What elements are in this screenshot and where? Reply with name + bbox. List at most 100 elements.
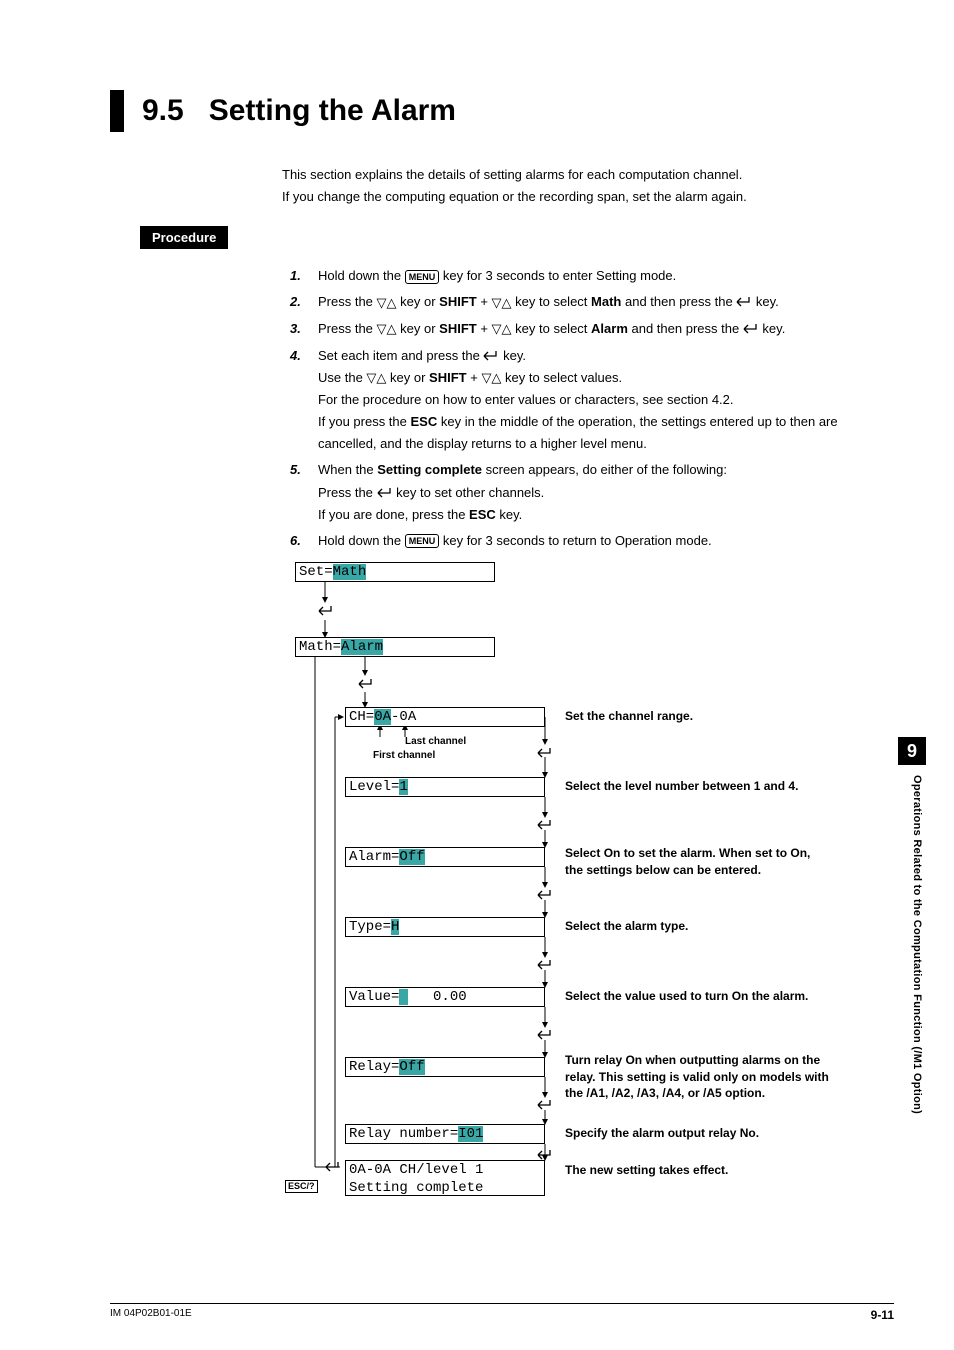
step-body: Press the ▽△ key or SHIFT + ▽△ key to se… [318,291,894,314]
enter-icon [537,958,553,975]
menu-key-icon: MENU [405,270,440,284]
enter-icon [537,746,553,763]
enter-icon [318,604,334,621]
last-channel-label: Last channel [405,736,466,747]
intro-text: This section explains the details of set… [282,164,894,208]
intro-line2: If you change the computing equation or … [282,186,894,208]
down-up-icon: ▽△ [481,367,501,389]
down-up-icon: ▽△ [492,292,512,314]
step-6: 6. Hold down the MENU key for 3 seconds … [290,530,894,552]
text: Relay number= [349,1126,458,1142]
chapter-tab: 9 [898,737,926,765]
step-4: 4. Set each item and press the key. Use … [290,345,894,456]
text: CH= [349,709,374,725]
lcd-type: Type=H [345,917,545,937]
page-footer: IM 04P02B01-01E 9-11 [110,1303,894,1322]
step-body: When the Setting complete screen appears… [318,459,894,525]
text: Type= [349,919,391,935]
caption-value: Select the value used to turn On the ala… [565,988,825,1005]
step-1: 1. Hold down the MENU key for 3 seconds … [290,265,894,287]
section-title: Setting the Alarm [209,94,456,127]
text: -0A [391,709,416,725]
text: Math= [299,639,341,655]
text: key for 3 seconds to enter Setting mode. [439,268,676,283]
down-up-icon: ▽△ [492,318,512,340]
enter-icon [537,888,553,905]
intro-line1: This section explains the details of set… [282,164,894,186]
section-heading: 9.5 Setting the Alarm [110,90,894,132]
highlight: H [391,919,399,935]
enter-icon [736,296,752,308]
caption-ch: Set the channel range. [565,708,825,725]
text: Setting complete [349,1180,483,1196]
lcd-value: Value= 0.00 [345,987,545,1007]
step-number: 3. [290,318,318,341]
highlight: Off [399,1059,424,1075]
enter-icon [537,818,553,835]
step-number: 5. [290,459,318,525]
first-channel-label: First channel [373,750,435,761]
step-number: 2. [290,291,318,314]
down-up-icon: ▽△ [377,292,397,314]
footer-doc-id: IM 04P02B01-01E [110,1308,192,1322]
enter-icon [358,677,374,694]
down-up-icon: ▽△ [366,367,386,389]
text: For the procedure on how to enter values… [318,392,734,407]
step-number: 6. [290,530,318,552]
step-5: 5. When the Setting complete screen appe… [290,459,894,525]
lcd-ch: CH=0A-0A [345,707,545,727]
caption-relay: Turn relay On when outputting alarms on … [565,1052,835,1102]
lcd-setting-complete: 0A-0A CH/level 1 Setting complete [345,1160,545,1196]
enter-icon [537,1098,553,1115]
flow-lines [285,562,845,1202]
menu-key-icon: MENU [405,534,440,548]
caption-level: Select the level number between 1 and 4. [565,778,825,795]
enter-icon [743,323,759,335]
enter-icon [537,1028,553,1045]
heading-bar [110,90,124,132]
highlight: I01 [458,1126,483,1142]
esc-label: ESC/? [285,1177,318,1193]
text: Value= [349,989,399,1005]
caption-type: Select the alarm type. [565,918,825,935]
lcd-relay: Relay=Off [345,1057,545,1077]
lcd-set: Set=Math [295,562,495,582]
caption-complete: The new setting takes effect. [565,1162,825,1179]
highlight [399,989,407,1005]
text: 0A-0A CH/level 1 [349,1162,483,1178]
highlight: Alarm [341,639,383,655]
text: Hold down the [318,533,405,548]
down-up-icon: ▽△ [377,318,397,340]
step-body: Press the ▽△ key or SHIFT + ▽△ key to se… [318,318,894,341]
text: Alarm= [349,849,399,865]
lcd-level: Level=1 [345,777,545,797]
step-number: 1. [290,265,318,287]
lcd-alarm: Alarm=Off [345,847,545,867]
flowchart: Set=Math Math=Alarm CH=0A-0A Last channe… [285,562,894,1202]
text: 0.00 [408,989,467,1005]
enter-icon [377,487,393,499]
highlight: Off [399,849,424,865]
highlight: Math [333,564,367,580]
step-body: Hold down the MENU key for 3 seconds to … [318,265,894,287]
step-body: Hold down the MENU key for 3 seconds to … [318,530,894,552]
heading-text: 9.5 Setting the Alarm [142,90,456,132]
text: key for 3 seconds to return to Operation… [439,533,711,548]
lcd-relay-number: Relay number=I01 [345,1124,545,1144]
caption-relay-number: Specify the alarm output relay No. [565,1125,825,1142]
text: Set= [299,564,333,580]
text: Relay= [349,1059,399,1075]
step-3: 3. Press the ▽△ key or SHIFT + ▽△ key to… [290,318,894,341]
step-number: 4. [290,345,318,456]
highlight: 0A [374,709,391,725]
text: Hold down the [318,268,405,283]
section-number: 9.5 [142,94,184,127]
caption-alarm: Select On to set the alarm. When set to … [565,845,825,879]
text: Level= [349,779,399,795]
step-body: Set each item and press the key. Use the… [318,345,894,456]
enter-icon [325,1160,341,1177]
enter-icon [483,350,499,362]
lcd-math: Math=Alarm [295,637,495,657]
step-2: 2. Press the ▽△ key or SHIFT + ▽△ key to… [290,291,894,314]
esc-key-icon: ESC/? [285,1180,318,1193]
